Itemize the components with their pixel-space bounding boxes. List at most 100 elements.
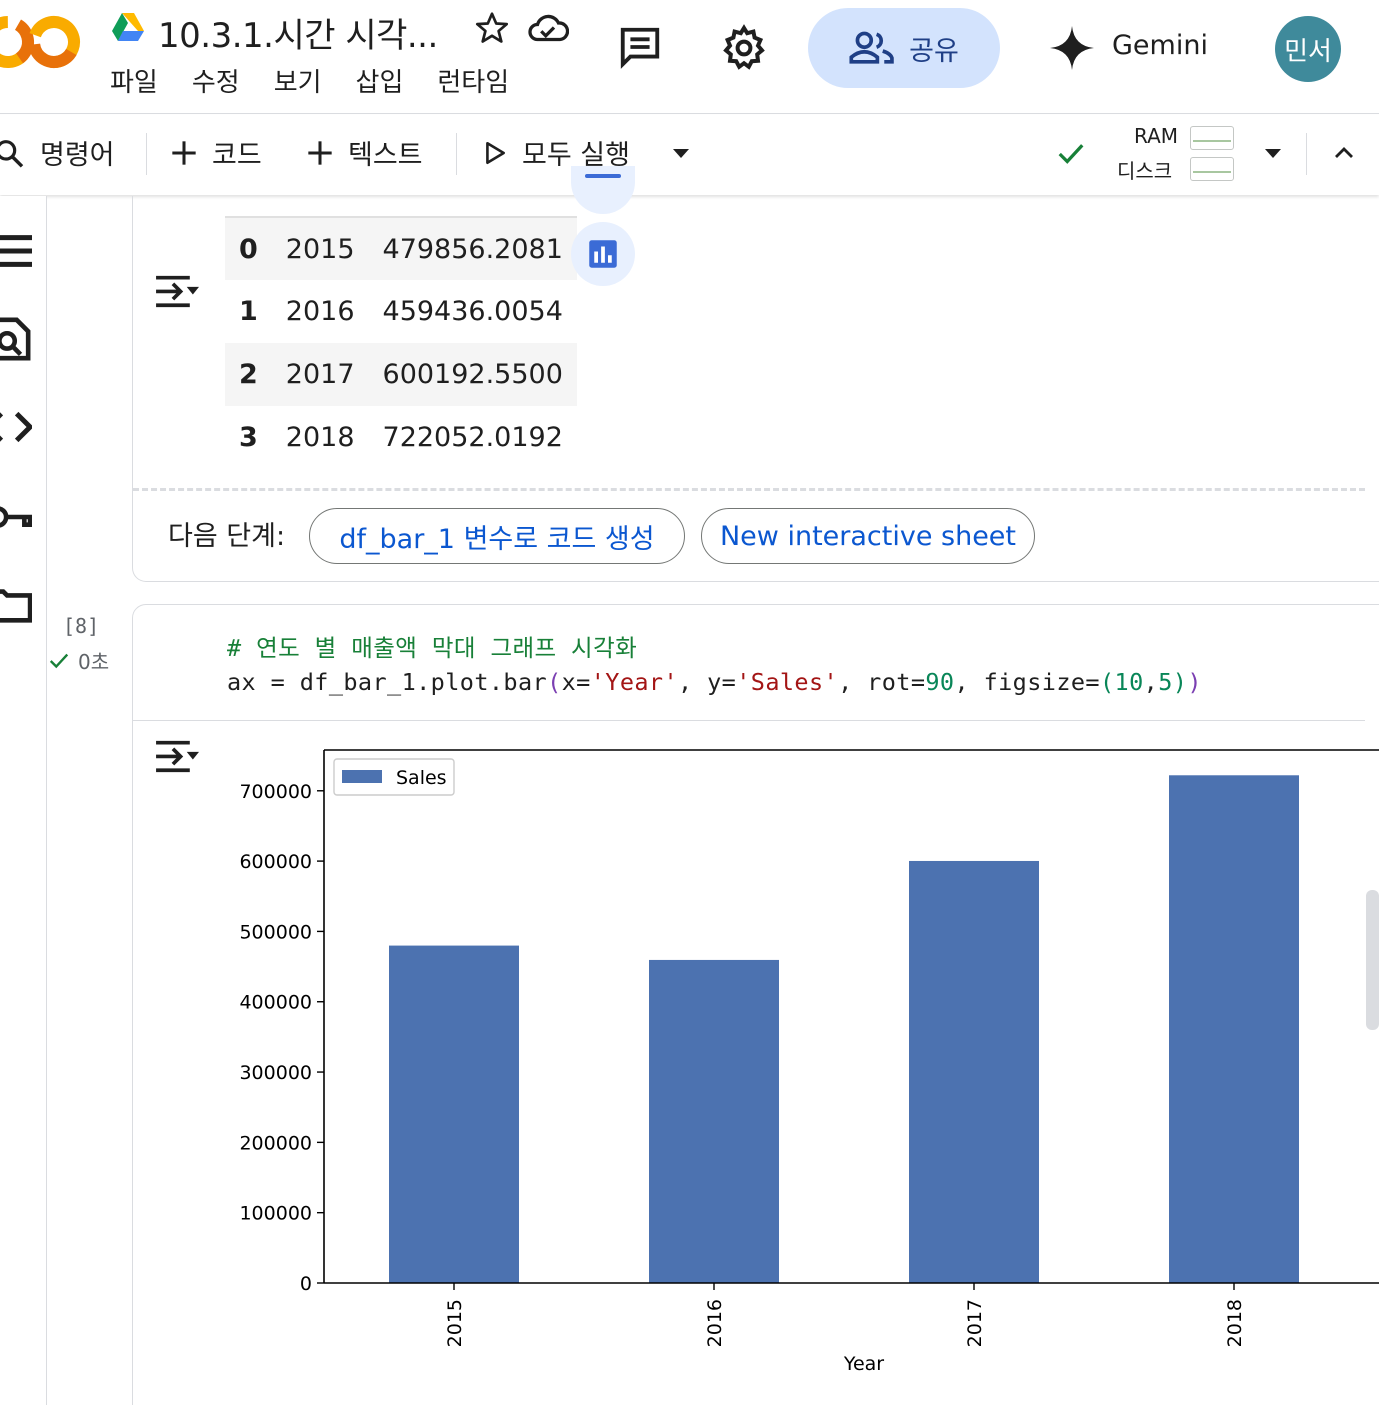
menu-edit[interactable]: 수정 xyxy=(192,62,240,99)
sales-cell: 722052.0192 xyxy=(382,422,563,453)
secrets-key-icon[interactable] xyxy=(0,494,32,540)
star-icon[interactable] xyxy=(474,10,510,46)
table-row: 3 2018 722052.0192 xyxy=(225,406,577,469)
code-token: ) xyxy=(1187,668,1202,696)
connected-check-icon[interactable] xyxy=(1054,139,1088,169)
notebook-title[interactable]: 10.3.1.시간 시각... xyxy=(158,8,438,57)
add-code-label: 코드 xyxy=(212,140,262,171)
code-token: , figsize= xyxy=(954,668,1100,696)
share-button[interactable]: 공유 xyxy=(808,8,1000,88)
year-cell: 2016 xyxy=(285,296,355,327)
new-interactive-sheet-chip[interactable]: New interactive sheet xyxy=(701,508,1035,564)
chart-xtick-label: 2015 xyxy=(444,1299,466,1347)
disk-meter[interactable] xyxy=(1190,157,1234,181)
next-steps-label: 다음 단계: xyxy=(168,521,286,552)
play-icon xyxy=(486,141,505,164)
row-index: 2 xyxy=(239,359,258,390)
chart-bar xyxy=(389,945,519,1283)
table-of-contents-icon[interactable] xyxy=(0,228,32,274)
code-editor[interactable]: # 연도 별 매출액 막대 그래프 시각화 ax = df_bar_1.plot… xyxy=(133,605,1365,721)
app-header: 10.3.1.시간 시각... 파일 수정 보기 삽입 런타임 공유 Gemin… xyxy=(0,0,1379,114)
chart-xlabel: Year xyxy=(843,1353,884,1375)
menu-runtime[interactable]: 런타임 xyxy=(437,62,509,99)
execution-count: [8] xyxy=(63,614,100,638)
code-token: 5 xyxy=(1158,668,1173,696)
google-drive-icon[interactable] xyxy=(111,12,145,42)
chart-xtick-label: 2017 xyxy=(964,1299,986,1347)
code-token: ) xyxy=(1172,668,1188,696)
avatar[interactable]: 민서 xyxy=(1275,16,1341,82)
add-text-button[interactable]: 텍스트 xyxy=(306,133,423,172)
next-steps-divider xyxy=(133,488,1365,491)
bar-chart-icon xyxy=(589,240,617,268)
code-token: , y= xyxy=(678,668,737,696)
plus-icon xyxy=(172,140,196,165)
code-token: , rot= xyxy=(838,668,926,696)
chart-bar xyxy=(909,860,1039,1283)
command-palette-button[interactable]: 명령어 xyxy=(0,133,115,172)
run-all-dropdown-icon[interactable] xyxy=(670,145,692,161)
ram-meter[interactable] xyxy=(1190,126,1234,150)
chart-ytick-label: 100000 xyxy=(239,1203,312,1225)
code-token: x= xyxy=(561,668,591,696)
menu-insert[interactable]: 삽입 xyxy=(356,62,404,99)
code-snippets-icon[interactable] xyxy=(0,404,32,450)
code-token: 90 xyxy=(925,668,955,696)
menu-bar: 파일 수정 보기 삽입 런타임 xyxy=(110,62,543,99)
plus-icon xyxy=(308,140,332,165)
row-index: 0 xyxy=(225,216,272,280)
comments-icon[interactable] xyxy=(617,24,663,70)
dataframe-convert-button[interactable] xyxy=(571,166,635,214)
year-cell: 2015 xyxy=(271,216,369,280)
resources-dropdown-icon[interactable] xyxy=(1262,145,1284,161)
chart-xtick-label: 2018 xyxy=(1224,1299,1246,1347)
suggest-charts-button[interactable] xyxy=(571,222,635,286)
check-icon xyxy=(49,653,69,668)
output-actions-icon[interactable] xyxy=(153,737,199,779)
cloud-saved-icon[interactable] xyxy=(527,11,569,47)
add-code-button[interactable]: 코드 xyxy=(170,133,262,172)
table-row: 0 2015 479856.2081 xyxy=(225,216,577,280)
menu-view[interactable]: 보기 xyxy=(274,62,322,99)
sales-cell: 459436.0054 xyxy=(382,296,563,327)
code-token: ( xyxy=(1099,668,1115,696)
row-index: 1 xyxy=(239,296,258,327)
left-sidebar xyxy=(0,196,47,1405)
add-text-label: 텍스트 xyxy=(348,140,423,171)
code-token: 10 xyxy=(1114,668,1144,696)
ram-label: RAM xyxy=(1134,124,1179,148)
year-cell: 2017 xyxy=(285,359,355,390)
chart-bar xyxy=(649,959,779,1283)
chart-ytick-label: 700000 xyxy=(239,781,312,803)
code-token: , xyxy=(1143,668,1159,696)
share-label: 공유 xyxy=(909,35,959,67)
table-row: 2 2017 600192.5500 xyxy=(225,343,577,406)
gemini-label[interactable]: Gemini xyxy=(1112,30,1208,61)
chart-ytick-label: 300000 xyxy=(239,1062,312,1084)
chart-ytick-label: 600000 xyxy=(239,851,312,873)
gemini-sparkle-icon[interactable] xyxy=(1048,24,1096,72)
chart-xtick-label: 2016 xyxy=(704,1299,726,1347)
chart-ytick-label: 400000 xyxy=(239,992,312,1014)
find-replace-icon[interactable] xyxy=(0,316,32,362)
notebook-toolbar: 명령어 코드 텍스트 모두 실행 RAM 디스크 xyxy=(0,115,1379,195)
toolbar-divider xyxy=(456,133,457,175)
disk-label: 디스크 xyxy=(1117,159,1173,183)
files-folder-icon[interactable] xyxy=(0,582,32,628)
output-actions-icon[interactable] xyxy=(153,272,199,314)
chart-ytick-label: 200000 xyxy=(239,1132,312,1154)
command-label: 명령어 xyxy=(40,140,115,171)
chevron-up-icon[interactable] xyxy=(1330,141,1358,165)
scrollbar-thumb[interactable] xyxy=(1366,890,1379,1030)
chart-legend-label: Sales xyxy=(396,767,447,789)
code-token: 'Sales' xyxy=(736,668,839,696)
code-line: ax = df_bar_1.plot.bar(x='Year', y='Sale… xyxy=(227,668,1202,696)
chart-ytick-label: 0 xyxy=(300,1273,312,1295)
menu-file[interactable]: 파일 xyxy=(110,62,158,99)
generate-code-chip[interactable]: df_bar_1 변수로 코드 생성 xyxy=(309,508,685,564)
colab-logo[interactable] xyxy=(0,14,82,70)
chart-legend-swatch xyxy=(342,770,382,783)
toolbar-divider xyxy=(146,133,147,175)
settings-gear-icon[interactable] xyxy=(720,24,768,72)
row-index: 3 xyxy=(239,422,258,453)
